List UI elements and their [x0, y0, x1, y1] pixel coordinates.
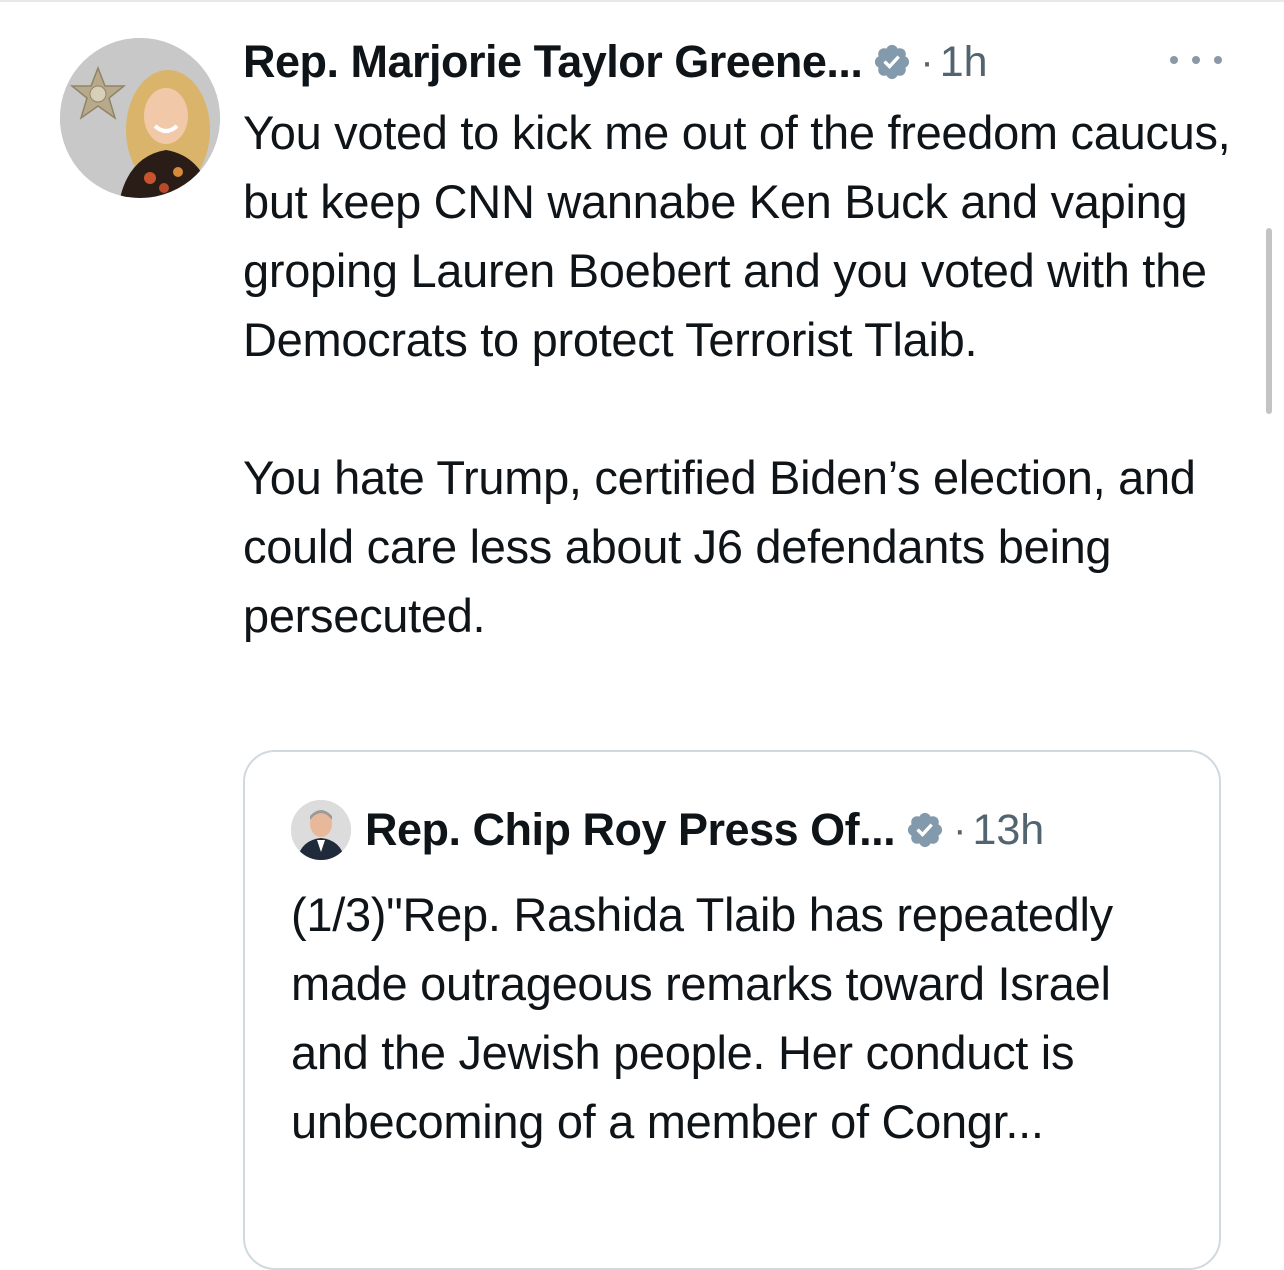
author-avatar[interactable] — [60, 38, 220, 198]
scrollbar-thumb[interactable] — [1266, 228, 1272, 414]
more-dot — [1170, 56, 1178, 64]
verified-badge-icon — [905, 810, 945, 850]
quoted-tweet-timestamp[interactable]: 13h — [972, 806, 1044, 855]
tweet-paragraph: You voted to kick me out of the freedom … — [243, 106, 1231, 366]
tweet-text: You voted to kick me out of the freedom … — [243, 98, 1243, 650]
top-divider — [0, 0, 1284, 2]
tweet-timestamp[interactable]: 1h — [940, 38, 988, 87]
separator-dot: · — [920, 39, 934, 84]
author-name[interactable]: Rep. Marjorie Taylor Greene... — [243, 36, 863, 88]
author-avatar-image — [60, 38, 220, 198]
more-options-icon[interactable] — [1170, 45, 1222, 75]
quoted-author-avatar — [291, 800, 351, 860]
quoted-tweet-header: Rep. Chip Roy Press Of... · 13h — [291, 800, 1044, 860]
tweet-header: Rep. Marjorie Taylor Greene... · 1h — [243, 32, 988, 92]
quoted-tweet-text: (1/3)"Rep. Rashida Tlaib has repeatedly … — [291, 888, 1113, 1148]
more-dot — [1214, 56, 1222, 64]
quoted-author-name[interactable]: Rep. Chip Roy Press Of... — [365, 804, 896, 856]
tweet-paragraph: You hate Trump, certified Biden’s electi… — [243, 451, 1196, 642]
more-dot — [1192, 56, 1200, 64]
separator-dot: · — [953, 807, 967, 852]
verified-badge-icon — [872, 42, 912, 82]
quoted-tweet-card[interactable]: Rep. Chip Roy Press Of... · 13h (1/3)"Re… — [243, 750, 1221, 1270]
